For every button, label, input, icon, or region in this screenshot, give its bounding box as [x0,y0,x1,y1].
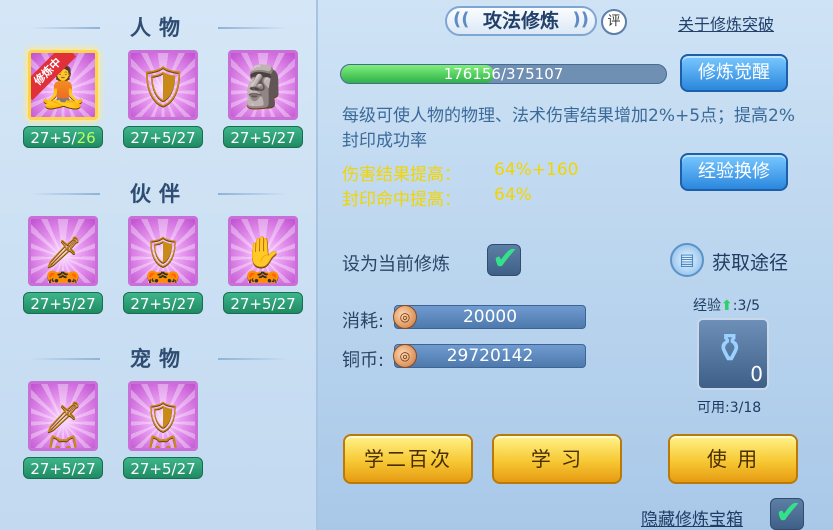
bonus-seal-value: 64% [494,185,532,205]
bonus-damage-label: 伤害结果提高： [342,165,461,185]
category-header-pet: 宠物 [0,343,318,373]
learn-200-button[interactable]: 学二百次 [343,434,473,484]
checkmark-icon: ✔ [492,239,519,277]
available-count: 可用:3/18 [697,400,762,416]
set-current-label: 设为当前修炼 [342,254,450,275]
exp-exchange-button[interactable]: 经验换修 [680,153,788,191]
skill-card-partner-2[interactable]: 🛡🐯 27+5/27 [123,216,203,318]
skill-level: 27+5/27 [223,292,303,314]
copper-value: 29720142 [446,346,534,366]
shield-tiger-icon: 🛡🐯 [128,216,198,286]
page-title: 攻法修炼 [445,6,597,36]
category-header-character: 人物 [0,12,318,42]
skill-level: 27+5/27 [23,292,103,314]
obtain-source-link[interactable]: 获取途径 [712,248,788,275]
skill-card-partner-1[interactable]: 🗡🐯 27+5/27 [23,216,103,318]
potion-vase-icon: ⚱ [713,326,747,372]
book-icon[interactable]: ▤ [670,243,704,277]
skill-level: 27+5/27 [123,457,203,479]
checkmark-icon: ✔ [775,493,802,530]
skill-description: 每级可使人物的物理、法术伤害结果增加2%+5点；提高2%封印成功率 [342,106,795,151]
skill-card-pet-1[interactable]: 🗡🐱 27+5/27 [23,381,103,483]
shield-cat-icon: 🛡🐱 [128,381,198,451]
skill-card-character-3[interactable]: 🗿 27+5/27 [223,50,303,152]
skill-card-character-2[interactable]: 🛡 27+5/27 [123,50,203,152]
bonus-seal-label: 封印命中提高： [342,190,461,210]
hide-chest-label: 隐藏修炼宝箱 [641,510,743,530]
copper-coin-icon: ◎ [393,305,417,329]
exp-item-label: 经验⬆:3/5 [693,298,760,314]
skill-level: 27+5/27 [23,457,103,479]
skill-card-partner-3[interactable]: ✋🐯 27+5/27 [223,216,303,318]
set-current-checkbox[interactable]: ✔ [487,239,521,277]
skill-level: 27+5/27 [223,126,303,148]
copper-value-bar: ◎ 29720142 [393,344,586,368]
copper-coin-icon: ◎ [393,344,417,368]
item-count: 0 [750,362,763,386]
exp-progress-text: 176156/375107 [443,65,564,83]
review-badge[interactable]: 评 [601,9,627,35]
skill-level: 27+5/27 [123,126,203,148]
meditation-figure-icon: 🧘 修炼中 [28,50,98,120]
skill-card-character-1[interactable]: 🧘 修炼中 27+5/26 [23,50,103,152]
bonus-damage: 伤害结果提高： 64%+160 [342,160,578,185]
awaken-button[interactable]: 修炼觉醒 [680,54,788,92]
use-button[interactable]: 使 用 [668,434,798,484]
sword-cat-icon: 🗡🐱 [28,381,98,451]
sword-tiger-icon: 🗡🐯 [28,216,98,286]
cost-label: 消耗: [342,311,385,332]
learn-button[interactable]: 学 习 [492,434,622,484]
cost-value: 20000 [462,307,518,327]
copper-label: 铜币: [342,350,385,371]
category-header-partner: 伙伴 [0,178,318,208]
gauntlet-tiger-icon: ✋🐯 [228,216,298,286]
exp-progress-bar: 176156/375107 [340,64,667,84]
breakthrough-info-link[interactable]: 关于修炼突破 [678,11,774,35]
arrow-up-icon: ⬆ [721,298,733,314]
bonus-damage-value: 64%+160 [494,160,579,180]
skill-card-pet-2[interactable]: 🛡🐱 27+5/27 [123,381,203,483]
armored-warrior-icon: 🗿 [228,50,298,120]
shield-warrior-icon: 🛡 [128,50,198,120]
skill-level: 27+5/26 [23,126,103,148]
skill-list-panel: 人物 🧘 修炼中 27+5/26 🛡 27+5/27 🗿 27+5/27 伙伴 … [0,0,318,530]
skill-level: 27+5/27 [123,292,203,314]
bonus-seal: 封印命中提高： 64% [342,185,532,210]
hide-chest-checkbox[interactable]: ✔ [770,493,804,530]
cost-value-bar: ◎ 20000 [393,305,586,329]
exp-potion-slot[interactable]: ⚱ 0 [697,318,769,390]
